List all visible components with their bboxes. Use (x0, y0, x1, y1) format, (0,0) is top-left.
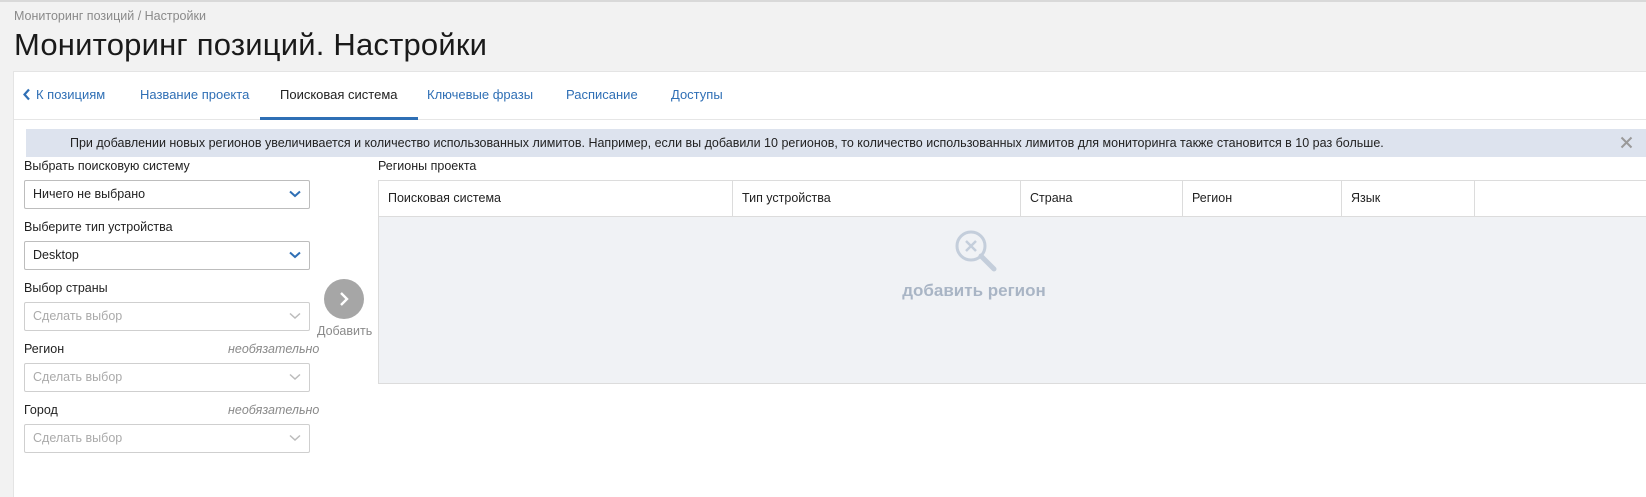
top-divider (0, 0, 1646, 2)
chevron-right-icon (340, 292, 349, 306)
tab-access[interactable]: Доступы (651, 72, 743, 120)
add-button-label[interactable]: Добавить (317, 324, 372, 338)
column-search-engine: Поисковая система (379, 181, 733, 216)
city-label: Город (24, 403, 58, 417)
search-engine-value: Ничего не выбрано (33, 187, 146, 201)
chevron-down-icon (289, 373, 301, 381)
column-language: Язык (1342, 181, 1475, 216)
search-engine-select[interactable]: Ничего не выбрано (24, 180, 310, 209)
device-type-label: Выберите тип устройства (24, 220, 173, 234)
column-device-type: Тип устройства (733, 181, 1021, 216)
tab-schedule[interactable]: Расписание (546, 72, 658, 120)
search-engine-label: Выбрать поисковую систему (24, 159, 190, 173)
tab-search-engine[interactable]: Поисковая система (260, 72, 418, 120)
column-country: Страна (1021, 181, 1183, 216)
city-optional-hint: необязательно (228, 403, 320, 417)
region-placeholder: Сделать выбор (33, 370, 123, 384)
regions-title: Регионы проекта (378, 159, 477, 173)
add-region-empty-link[interactable]: добавить регион (379, 281, 1569, 301)
column-region: Регион (1183, 181, 1342, 216)
table-header: Поисковая система Тип устройства Страна … (379, 181, 1646, 217)
region-optional-hint: необязательно (228, 342, 320, 356)
page-title: Мониторинг позиций. Настройки (14, 27, 488, 62)
breadcrumb[interactable]: Мониторинг позиций / Настройки (14, 9, 206, 23)
regions-table: Поисковая система Тип устройства Страна … (378, 180, 1646, 384)
search-empty-icon (955, 230, 997, 272)
country-select[interactable]: Сделать выбор (24, 302, 310, 331)
country-placeholder: Сделать выбор (33, 309, 123, 323)
city-placeholder: Сделать выбор (33, 431, 123, 445)
add-region-button[interactable] (324, 279, 364, 319)
tab-bar: К позициям Название проекта Поисковая си… (14, 72, 1646, 120)
region-label: Регион (24, 342, 65, 356)
close-icon[interactable] (1620, 136, 1633, 149)
notice-text: При добавлении новых регионов увеличивае… (70, 136, 1384, 150)
tab-keywords[interactable]: Ключевые фразы (407, 72, 553, 120)
back-to-positions-link[interactable]: К позициям (14, 72, 105, 120)
device-type-value: Desktop (33, 248, 79, 262)
chevron-down-icon (289, 190, 301, 198)
city-select[interactable]: Сделать выбор (24, 424, 310, 453)
settings-panel: К позициям Название проекта Поисковая си… (13, 71, 1646, 497)
tab-project-name[interactable]: Название проекта (120, 72, 269, 120)
limits-notice: При добавлении новых регионов увеличивае… (26, 129, 1646, 157)
region-select[interactable]: Сделать выбор (24, 363, 310, 392)
chevron-down-icon (289, 251, 301, 259)
back-link-label: К позициям (36, 87, 106, 102)
chevron-left-icon (23, 88, 30, 101)
country-label: Выбор страны (24, 281, 108, 295)
device-type-select[interactable]: Desktop (24, 241, 310, 270)
chevron-down-icon (289, 434, 301, 442)
chevron-down-icon (289, 312, 301, 320)
